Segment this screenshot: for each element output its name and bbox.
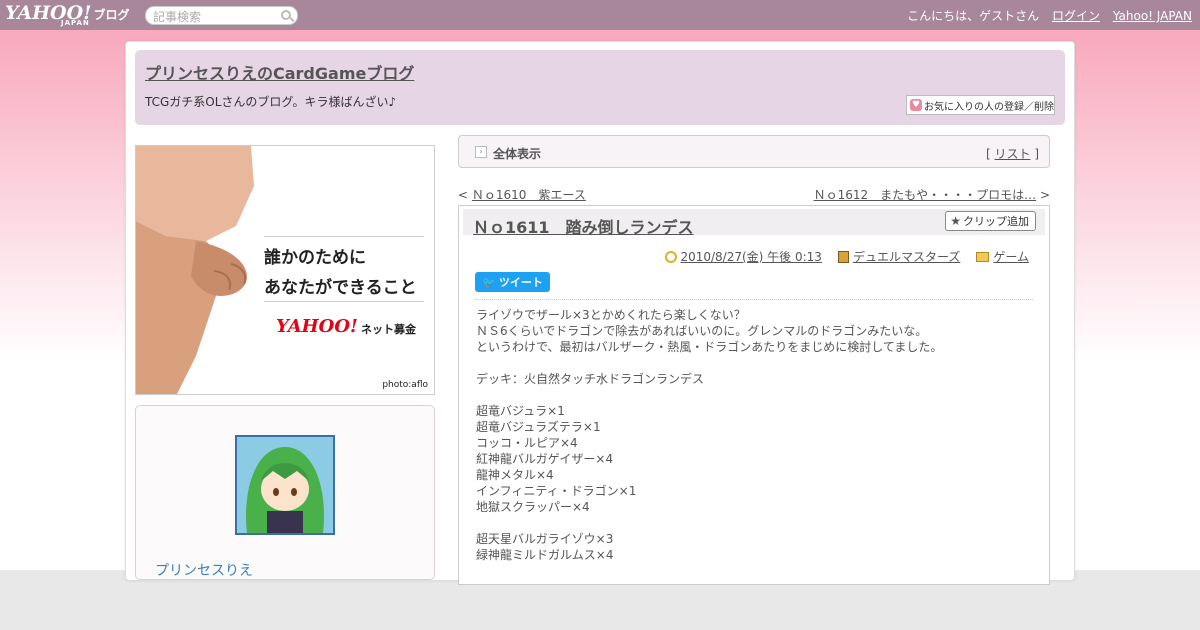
list-bracket-close: ] [1030, 147, 1039, 161]
article-body-line: デッキ：火自然タッチ水ドラゴンランデス [476, 372, 705, 386]
article-body-line: 龍神メタル×4 [476, 468, 554, 482]
yahoo-blog-logo[interactable]: YAHOO! ブログ JAPAN [5, 2, 130, 27]
list-view-link[interactable]: リスト [994, 147, 1030, 161]
article-title-link[interactable]: Ｎｏ1611 踏み倒しランデス [473, 214, 694, 238]
folder-icon [976, 252, 990, 262]
upper-arm [136, 146, 254, 241]
anime-avatar-illustration [237, 437, 333, 533]
next-arrow: > [1036, 188, 1050, 202]
logo-blog-text: ブログ [93, 8, 130, 22]
blog-description: TCGガチ系OLさんのブログ。キラ様ばんざい♪ [145, 95, 397, 109]
book-icon [837, 251, 849, 263]
clip-button-label: クリップ追加 [963, 215, 1029, 228]
donation-banner-ad[interactable]: 誰かのために あなたができること YAHOO! ネット募金 photo:aflo [135, 145, 435, 395]
banner-divider-bottom [264, 301, 424, 302]
logo-japan-text: JAPAN [61, 19, 90, 27]
article-body-line: というわけで、最初はバルザーク・熱風・ドラゴンあたりをまじめに検討してました。 [476, 340, 943, 354]
login-link[interactable]: ログイン [1052, 9, 1100, 23]
search-placeholder: 記事検索 [153, 10, 202, 24]
article-genre: ゲーム [976, 248, 1029, 265]
article-body-line: 超竜バジュラ×1 [476, 404, 565, 418]
article-body-line [476, 515, 942, 531]
profile-box: プリンセスりえ [135, 405, 435, 580]
article-date: 2010/8/27(金) 午後 0:13 [665, 248, 822, 265]
search-icon[interactable] [281, 10, 291, 20]
top-navigation-bar: YAHOO! ブログ JAPAN 記事検索 こんにちは、ゲストさん ログイン Ya… [0, 0, 1200, 30]
arrow-icon: › [475, 146, 487, 158]
article-body-line: 超天星バルガライゾウ×3 [476, 532, 614, 546]
greeting-text: こんにちは、ゲストさん [907, 9, 1040, 23]
article-body-line: 緑神龍ミルドガルムス×4 [476, 548, 614, 562]
view-mode-bar: › 全体表示 [ リスト ] [458, 135, 1050, 168]
yahoo-japan-link[interactable]: Yahoo! JAPAN [1113, 9, 1192, 23]
avatar-body [267, 511, 303, 533]
banner-photo-credit: photo:aflo [382, 380, 428, 390]
list-toggle: [ リスト ] [986, 145, 1039, 162]
article-category-link[interactable]: デュエルマスターズ [853, 250, 960, 264]
article-divider [475, 299, 1033, 300]
article-body-line: 紅神龍バルガゲイザー×4 [476, 452, 614, 466]
article-body-line: インフィニティ・ドラゴン×1 [476, 484, 637, 498]
banner-donation-label: ネット募金 [361, 323, 416, 336]
clip-add-button[interactable]: ★ クリップ追加 [945, 211, 1036, 231]
favorite-button-label: お気に入りの人の登録／削除 [924, 101, 1054, 113]
top-user-nav: こんにちは、ゲストさん ログイン Yahoo! JAPAN [898, 7, 1192, 24]
prev-article-link[interactable]: Ｎｏ1610 紫エース [472, 188, 586, 202]
prev-arrow: < [458, 188, 472, 202]
view-all-label: 全体表示 [493, 147, 542, 161]
search-input[interactable]: 記事検索 [145, 6, 298, 25]
blog-title-link[interactable]: プリンセスりえのCardGameブログ [145, 60, 414, 84]
profile-name-link[interactable]: プリンセスりえ [155, 560, 253, 580]
twitter-bird-icon: 🐦 [482, 275, 496, 289]
prev-article: < Ｎｏ1610 紫エース [458, 186, 586, 203]
tweet-button[interactable]: 🐦 ツイート [475, 272, 550, 292]
avatar[interactable] [235, 435, 335, 535]
article-body-line [476, 387, 942, 403]
article-genre-link[interactable]: ゲーム [993, 250, 1029, 264]
heart-icon: ♥ [910, 99, 922, 111]
banner-divider-top [264, 236, 424, 237]
article-category: デュエルマスターズ [837, 248, 960, 265]
article-meta: 2010/8/27(金) 午後 0:13 デュエルマスターズ ゲーム [665, 248, 1029, 265]
article-body-line: コッコ・ルピア×4 [476, 436, 578, 450]
handshake-illustration [136, 146, 254, 394]
article-body-line: 地獄スクラッパー×4 [476, 500, 590, 514]
article-body-line: 超竜バジュラズテラ×1 [476, 420, 601, 434]
banner-headline-2: あなたができること [264, 278, 417, 298]
article-header: Ｎｏ1611 踏み倒しランデス ★ クリップ追加 [463, 209, 1045, 238]
article-entry: Ｎｏ1611 踏み倒しランデス ★ クリップ追加 2010/8/27(金) 午後… [458, 205, 1050, 585]
article-body-line: ライゾウでザール×3とかめくれたら楽しくない？ [476, 308, 746, 322]
article-body-line: ＮＳ6くらいでドラゴンで除去があればいいのに。グレンマルのドラゴンみたいな。 [476, 324, 928, 338]
avatar-left-eye [273, 488, 279, 496]
next-article-link[interactable]: Ｎｏ1612 またもや・・・・プロモは… [814, 188, 1037, 202]
article-body-line [476, 355, 942, 371]
avatar-right-eye [291, 488, 297, 496]
article-body: ライゾウでザール×3とかめくれたら楽しくない？ ＮＳ6くらいでドラゴンで除去があれ… [476, 307, 942, 563]
banner-headline-1: 誰かのために [264, 248, 366, 268]
next-article: Ｎｏ1612 またもや・・・・プロモは… > [814, 186, 1050, 203]
banner-yahoo-logo: YAHOO! [276, 316, 358, 337]
clock-icon [665, 251, 678, 263]
star-icon: ★ [950, 214, 961, 228]
tweet-button-label: ツイート [498, 276, 543, 289]
blog-header: プリンセスりえのCardGameブログ TCGガチ系OLさんのブログ。キラ様ばん… [135, 50, 1065, 125]
favorite-register-button[interactable]: ♥ お気に入りの人の登録／削除 [906, 95, 1055, 115]
article-date-link[interactable]: 2010/8/27(金) 午後 0:13 [680, 250, 821, 264]
